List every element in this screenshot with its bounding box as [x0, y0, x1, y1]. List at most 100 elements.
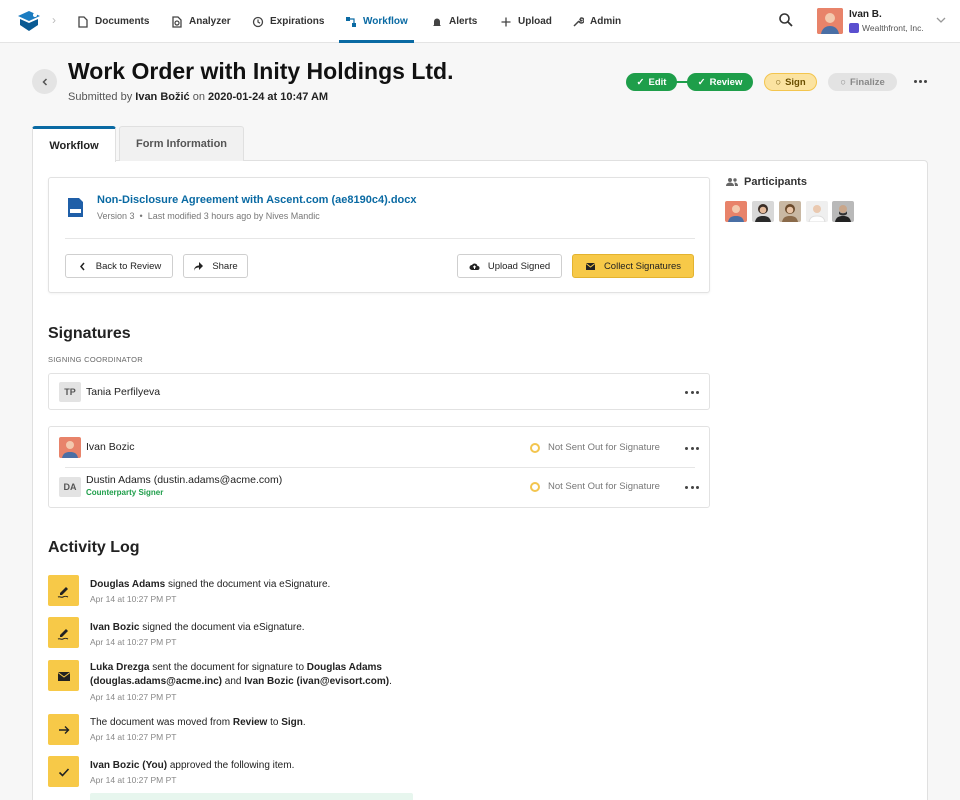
nav-alerts[interactable]: Alerts [431, 0, 477, 43]
user-org-label: Wealthfront, Inc. [862, 23, 924, 33]
circle-icon: ○ [840, 76, 846, 88]
step-review[interactable]: ✓ Review [687, 73, 753, 91]
share-icon [194, 261, 204, 271]
signer-status-label: Not Sent Out for Signature [548, 442, 660, 453]
app-logo-icon[interactable] [16, 10, 42, 32]
step-finalize[interactable]: ○ Finalize [828, 73, 897, 91]
document-icon [78, 15, 88, 28]
participant-avatar[interactable] [752, 201, 774, 222]
activity-actor: Luka Drezga [90, 662, 150, 673]
user-avatar[interactable] [817, 8, 843, 34]
activity-item-icon [48, 660, 79, 691]
people-icon [726, 178, 738, 186]
step-finalize-label: Finalize [849, 76, 885, 88]
chevron-down-icon[interactable] [935, 15, 947, 25]
page-title: Work Order with Inity Holdings Ltd. [68, 58, 454, 84]
signer-status: Not Sent Out for Signature [530, 442, 660, 453]
participant-avatar[interactable] [806, 201, 828, 222]
signing-coordinator-label: SIGNING COORDINATOR [48, 355, 144, 364]
wrench-icon [573, 16, 584, 27]
user-org[interactable]: Wealthfront, Inc. [849, 23, 924, 33]
back-to-review-button[interactable]: Back to Review [65, 254, 173, 278]
signature-icon [57, 628, 68, 640]
activity-time: Apr 14 at 10:27 PM PT [90, 692, 177, 702]
document-version: Version 3 [97, 211, 135, 221]
history-icon [252, 16, 264, 27]
activity-time: Apr 14 at 10:27 PM PT [90, 594, 177, 604]
nav-upload[interactable]: Upload [500, 0, 552, 43]
step-edit[interactable]: ✓ Edit [626, 73, 677, 91]
row-more-button[interactable] [685, 389, 699, 395]
avatar: TP [59, 382, 81, 402]
nav-expirations[interactable]: Expirations [252, 0, 324, 43]
nav-workflow[interactable]: Workflow [345, 0, 408, 43]
activity-item-icon [48, 617, 79, 648]
nav-admin-label: Admin [590, 16, 622, 27]
upload-signed-button[interactable]: Upload Signed [457, 254, 562, 278]
mail-icon [57, 671, 70, 681]
approved-item-preview[interactable] [90, 793, 413, 800]
divider [65, 467, 695, 468]
signer-status-label: Not Sent Out for Signature [548, 481, 660, 492]
nav-documents[interactable]: Documents [77, 0, 149, 43]
signatures-heading: Signatures [48, 325, 131, 342]
activity-description: approved the following item. [167, 760, 295, 771]
row-more-button[interactable] [685, 445, 699, 451]
signature-icon [57, 586, 68, 598]
nav-analyzer-label: Analyzer [189, 16, 231, 27]
analyzer-icon [172, 15, 182, 28]
step-sign[interactable]: ○ Sign [764, 73, 817, 91]
step-review-label: Review [709, 76, 743, 88]
nav-documents-label: Documents [95, 16, 150, 27]
activity-item-icon [48, 575, 79, 606]
activity-from-stage: Review [232, 717, 268, 728]
activity-time: Apr 14 at 10:27 PM PT [90, 637, 177, 647]
divider [65, 238, 695, 239]
chevron-left-icon [41, 77, 47, 86]
coordinator-row: TP Tania Perfilyeva [48, 373, 710, 410]
activity-item-icon [48, 756, 79, 787]
signers-list: Ivan Bozic Not Sent Out for Signature DA… [48, 426, 710, 508]
activity-to-stage: Sign [281, 717, 303, 728]
participant-avatar[interactable] [725, 201, 747, 222]
nav-alerts-label: Alerts [449, 16, 478, 27]
activity-punctuation: . [389, 676, 392, 687]
document-modified: Last modified 3 hours ago by Nives Mandi… [147, 211, 320, 221]
row-more-button[interactable] [685, 484, 699, 490]
back-button[interactable] [32, 69, 57, 94]
more-options-button[interactable] [911, 74, 929, 88]
nav-analyzer[interactable]: Analyzer [171, 0, 231, 43]
activity-text: Luka Drezga sent the document for signat… [90, 661, 392, 689]
search-icon[interactable] [778, 12, 794, 28]
nav-admin[interactable]: Admin [572, 0, 621, 43]
pending-status-icon [530, 442, 540, 453]
activity-target: Douglas Adams [306, 662, 382, 673]
coordinator-name: Tania Perfilyeva [86, 386, 161, 398]
active-tab-indicator [339, 40, 414, 43]
top-navigation: › Documents Analyzer Expirations Workflo… [0, 0, 960, 43]
participant-avatar[interactable] [832, 201, 854, 222]
document-name-link[interactable]: Non-Disclosure Agreement with Ascent.com… [97, 194, 417, 206]
document-card: Non-Disclosure Agreement with Ascent.com… [48, 177, 710, 293]
participants-heading: Participants [726, 176, 807, 188]
activity-text: Ivan Bozic signed the document via eSign… [90, 621, 305, 635]
activity-conjunction: to [267, 717, 282, 728]
activity-text: Douglas Adams signed the document via eS… [90, 578, 330, 592]
tab-workflow[interactable]: Workflow [32, 126, 116, 162]
participant-avatar[interactable] [779, 201, 801, 222]
check-icon: ✓ [636, 76, 645, 88]
collect-signatures-button[interactable]: Collect Signatures [572, 254, 694, 278]
tab-form-information[interactable]: Form Information [119, 126, 244, 161]
document-meta: Version 3 • Last modified 3 hours ago by… [97, 211, 320, 221]
activity-time: Apr 14 at 10:27 PM PT [90, 732, 177, 742]
share-label: Share [212, 260, 238, 272]
avatar: DA [59, 477, 81, 497]
step-sign-label: Sign [785, 76, 806, 88]
activity-description: The document was moved from [90, 717, 233, 728]
share-button[interactable]: Share [183, 254, 248, 278]
submitted-on-word: on [192, 91, 205, 103]
workflow-icon [346, 16, 356, 27]
pending-status-icon [530, 481, 540, 492]
activity-actor: Douglas Adams [90, 579, 166, 590]
user-name[interactable]: Ivan B. [849, 9, 882, 20]
